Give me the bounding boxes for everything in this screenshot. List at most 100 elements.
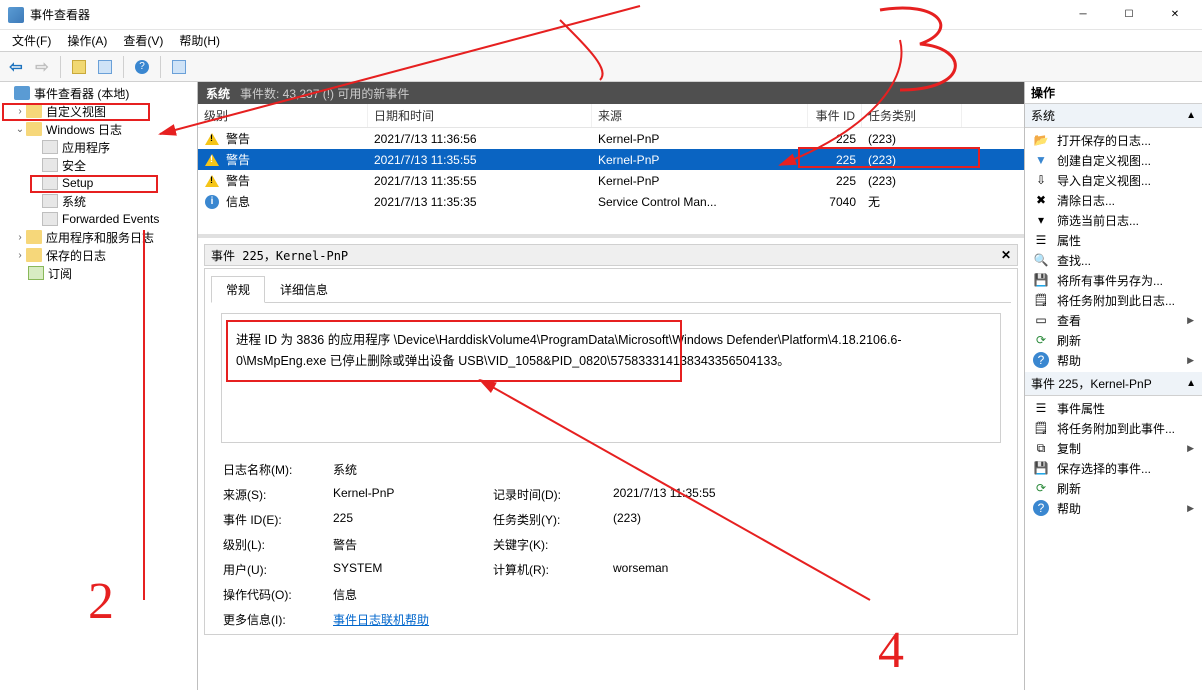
tree-item-security[interactable]: 安全 — [2, 156, 195, 174]
col-level[interactable]: 级别 — [198, 104, 368, 127]
lbl-logged: 记录时间(D): — [493, 486, 613, 503]
action-label: 导入自定义视图... — [1057, 172, 1151, 189]
refresh-icon: ⟳ — [1033, 480, 1049, 496]
event-grid[interactable]: 级别 日期和时间 来源 事件 ID 任务类别 警告2021/7/13 11:36… — [198, 104, 1024, 234]
menu-action[interactable]: 操作(A) — [59, 30, 115, 51]
table-row[interactable]: i信息2021/7/13 11:35:35Service Control Man… — [198, 191, 1024, 212]
link-online-help[interactable]: 事件日志联机帮助 — [333, 613, 429, 627]
cell-source: Service Control Man... — [598, 195, 717, 209]
chevron-up-icon[interactable]: ▲ — [1186, 110, 1196, 121]
action-filter[interactable]: ▼创建自定义视图... — [1025, 150, 1202, 170]
action-clear[interactable]: ✖清除日志... — [1025, 190, 1202, 210]
grid-header[interactable]: 级别 日期和时间 来源 事件 ID 任务类别 — [198, 104, 1024, 128]
attach-icon: 🗒 — [1033, 420, 1049, 436]
action-refresh[interactable]: ⟳刷新 — [1025, 478, 1202, 498]
actions-section-system[interactable]: 系统 ▲ — [1025, 104, 1202, 128]
expander-icon[interactable]: › — [14, 250, 26, 261]
expander-icon[interactable]: › — [14, 106, 26, 117]
tree-item-forwarded[interactable]: Forwarded Events — [2, 210, 195, 228]
annotation-number-2: 2 — [88, 572, 114, 631]
minimize-button[interactable]: ─ — [1060, 0, 1106, 30]
tree-root[interactable]: 事件查看器 (本地) — [2, 84, 195, 102]
tree-label: 系统 — [62, 193, 86, 210]
center-subtitle: 事件数: 43,237 (!) 可用的新事件 — [240, 85, 409, 102]
lbl-keywords: 关键字(K): — [493, 536, 613, 553]
actions-pane: 操作 系统 ▲ 📂打开保存的日志...▼创建自定义视图...⇩导入自定义视图..… — [1024, 82, 1202, 690]
action-view[interactable]: ▭查看▶ — [1025, 310, 1202, 330]
forward-button[interactable]: ⇨ — [30, 55, 54, 79]
action-prop[interactable]: ☰属性 — [1025, 230, 1202, 250]
toolbar-help-button[interactable]: ? — [130, 55, 154, 79]
action-label: 将任务附加到此事件... — [1057, 420, 1175, 437]
col-source[interactable]: 来源 — [592, 104, 808, 127]
action-save[interactable]: 💾保存选择的事件... — [1025, 458, 1202, 478]
chevron-up-icon[interactable]: ▲ — [1186, 378, 1196, 389]
copy-icon: ⧉ — [1033, 440, 1049, 456]
action-copy[interactable]: ⧉复制▶ — [1025, 438, 1202, 458]
nav-tree[interactable]: 事件查看器 (本地) › 自定义视图 ⌄ Windows 日志 应用程序 安全 … — [0, 82, 198, 690]
details-title: 事件 225，Kernel-PnP — [211, 247, 348, 264]
col-task[interactable]: 任务类别 — [862, 104, 962, 127]
action-help[interactable]: ?帮助▶ — [1025, 498, 1202, 518]
action-attach[interactable]: 🗒将任务附加到此日志... — [1025, 290, 1202, 310]
tree-item-custom-views[interactable]: › 自定义视图 — [2, 102, 195, 120]
lbl-opcode: 操作代码(O): — [223, 586, 333, 603]
event-message: 进程 ID 为 3836 的应用程序 \Device\HarddiskVolum… — [236, 333, 902, 368]
menu-file[interactable]: 文件(F) — [4, 30, 59, 51]
menu-help[interactable]: 帮助(H) — [171, 30, 228, 51]
tab-general[interactable]: 常规 — [211, 276, 265, 303]
lbl-logname: 日志名称(M): — [223, 461, 333, 478]
menu-view[interactable]: 查看(V) — [115, 30, 171, 51]
toolbar-btn-3[interactable] — [167, 55, 191, 79]
action-label: 将任务附加到此日志... — [1057, 292, 1175, 309]
expander-icon[interactable]: ⌄ — [14, 124, 26, 135]
tree-item-application[interactable]: 应用程序 — [2, 138, 195, 156]
arrow-left-icon: ⇦ — [9, 57, 22, 77]
tree-item-app-services[interactable]: › 应用程序和服务日志 — [2, 228, 195, 246]
tree-item-system[interactable]: 系统 — [2, 192, 195, 210]
close-button[interactable]: ✕ — [1152, 0, 1198, 30]
clear-icon: ✖ — [1033, 192, 1049, 208]
action-funnel[interactable]: ▾筛选当前日志... — [1025, 210, 1202, 230]
details-close-button[interactable]: ✕ — [1001, 248, 1011, 262]
action-save[interactable]: 💾将所有事件另存为... — [1025, 270, 1202, 290]
refresh-icon: ⟳ — [1033, 332, 1049, 348]
table-row[interactable]: 警告2021/7/13 11:35:55Kernel-PnP225(223) — [198, 149, 1024, 170]
tree-item-setup[interactable]: Setup — [2, 174, 195, 192]
expander-icon[interactable]: › — [14, 232, 26, 243]
table-row[interactable]: 警告2021/7/13 11:36:56Kernel-PnP225(223) — [198, 128, 1024, 149]
chevron-right-icon: ▶ — [1187, 503, 1194, 514]
tab-details[interactable]: 详细信息 — [265, 276, 343, 303]
action-prop[interactable]: ☰事件属性 — [1025, 398, 1202, 418]
toolbar-btn-1[interactable] — [67, 55, 91, 79]
actions-section-event[interactable]: 事件 225，Kernel-PnP ▲ — [1025, 372, 1202, 396]
toolbar-separator — [60, 56, 61, 78]
action-refresh[interactable]: ⟳刷新 — [1025, 330, 1202, 350]
cell-task: (223) — [868, 132, 896, 146]
chevron-right-icon: ▶ — [1187, 355, 1194, 366]
lbl-user: 用户(U): — [223, 561, 333, 578]
tree-item-windows-logs[interactable]: ⌄ Windows 日志 — [2, 120, 195, 138]
action-help[interactable]: ?帮助▶ — [1025, 350, 1202, 370]
arrow-right-icon: ⇨ — [35, 57, 48, 77]
action-attach[interactable]: 🗒 将任务附加到此事件... — [1025, 418, 1202, 438]
sheet-icon — [72, 60, 86, 74]
col-eventid[interactable]: 事件 ID — [808, 104, 862, 127]
panel2-icon — [172, 60, 186, 74]
action-label: 筛选当前日志... — [1057, 212, 1139, 229]
action-import[interactable]: ⇩导入自定义视图... — [1025, 170, 1202, 190]
col-date[interactable]: 日期和时间 — [368, 104, 592, 127]
table-row[interactable]: 警告2021/7/13 11:35:55Kernel-PnP225(223) — [198, 170, 1024, 191]
action-open[interactable]: 📂打开保存的日志... — [1025, 130, 1202, 150]
cell-id: 7040 — [829, 195, 856, 209]
back-button[interactable]: ⇦ — [4, 55, 28, 79]
toolbar-btn-2[interactable] — [93, 55, 117, 79]
maximize-button[interactable]: ☐ — [1106, 0, 1152, 30]
tree-item-subscriptions[interactable]: 订阅 — [2, 264, 195, 282]
action-find[interactable]: 🔍查找... — [1025, 250, 1202, 270]
val-source: Kernel-PnP — [333, 486, 493, 503]
cell-task: (223) — [868, 153, 896, 167]
log-icon — [42, 158, 58, 172]
tree-item-saved-logs[interactable]: › 保存的日志 — [2, 246, 195, 264]
cell-source: Kernel-PnP — [598, 153, 659, 167]
